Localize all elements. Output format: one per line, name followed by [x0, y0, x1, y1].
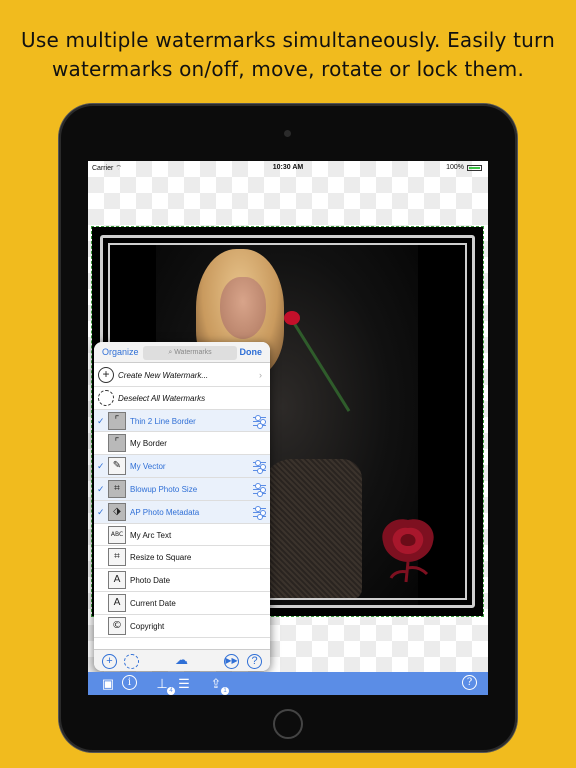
help-icon[interactable]: ? [247, 654, 262, 669]
watermark-item-my-arc-text[interactable]: ABC My Arc Text [94, 524, 270, 547]
sliders-settings-icon[interactable] [253, 459, 266, 475]
text-icon: A [108, 593, 126, 612]
checkmark-icon: ✓ [97, 483, 105, 494]
stamp-count-badge: 4 [167, 687, 175, 695]
done-button[interactable]: Done [240, 347, 263, 357]
watermark-item-resize-to-square[interactable]: ⌗ Resize to Square [94, 546, 270, 570]
checkmark-icon: ✓ [97, 506, 105, 517]
watermark-item-my-border[interactable]: ⌜ My Border [94, 432, 270, 456]
rose-vector-watermark[interactable] [371, 512, 445, 586]
sliders-settings-icon[interactable] [253, 482, 266, 497]
battery-icon [467, 165, 482, 171]
border-icon: ⌜ [108, 411, 126, 430]
battery-percent: 100% [446, 164, 464, 171]
create-watermark-row[interactable]: + Create New Watermark... › [94, 364, 270, 387]
text-icon: A [108, 571, 126, 590]
popover-footer: + ☁ ▶▶ ? [94, 649, 270, 671]
arc-text-icon: ABC [108, 525, 126, 544]
organize-button[interactable]: Organize [102, 347, 139, 357]
watermarks-popover: Organize ⌕ Watermarks Done + Create New … [94, 342, 270, 671]
watermark-item-current-date[interactable]: A Current Date [94, 592, 270, 615]
chevron-right-icon: › [259, 370, 262, 380]
checkmark-icon: ✓ [97, 461, 105, 472]
watermark-item-thin-2-line-border[interactable]: ✓ ⌜ Thin 2 Line Border [94, 409, 270, 433]
front-camera [284, 130, 291, 137]
plus-circle-icon: + [98, 367, 114, 383]
play-icon[interactable]: ▶▶ [224, 654, 239, 669]
crop-icon: ⌗ [108, 548, 126, 567]
deselect-all-row[interactable]: . Deselect All Watermarks [94, 387, 270, 410]
help-icon[interactable]: ? [462, 675, 477, 690]
vector-icon: ✎ [108, 457, 126, 476]
watermarks-search-field[interactable]: ⌕ Watermarks [143, 346, 237, 360]
watermarks-list: + Create New Watermark... › . Deselect A… [94, 364, 270, 649]
info-icon[interactable]: i [122, 675, 137, 690]
border-icon: ⌜ [108, 434, 126, 453]
photo-icon[interactable]: ▣ [100, 675, 116, 692]
bottom-toolbar: ▣ i ⊥ 4 ☰ ⇪ 1 ? [88, 672, 488, 695]
cloud-icon[interactable]: ☁ [174, 653, 189, 669]
checkmark-icon: ✓ [97, 415, 105, 426]
home-button [273, 709, 303, 739]
tag-icon: ⬗ [108, 502, 126, 521]
status-time: 10:30 AM [272, 164, 304, 171]
watermark-stamp-icon[interactable]: ⊥ 4 [154, 675, 175, 695]
add-icon[interactable]: + [102, 654, 117, 669]
watermark-item-ap-photo-metadata[interactable]: ✓ ⬗ AP Photo Metadata [94, 500, 270, 524]
dashed-circle-icon: . [98, 389, 114, 406]
headline: Use multiple watermarks simultaneously. … [21, 28, 555, 81]
watermark-item-my-vector[interactable]: ✓ ✎ My Vector [94, 455, 270, 478]
app-screen: Carrier ⌔ 10:30 AM 100% Organize ⌕ Water… [88, 161, 488, 695]
share-icon[interactable]: ⇪ 1 [208, 675, 229, 695]
deselect-icon[interactable] [124, 654, 139, 669]
search-icon: ⌕ [168, 349, 173, 356]
crop-icon: ⌗ [108, 479, 126, 498]
watermark-item-blowup-photo-size[interactable]: ✓ ⌗ Blowup Photo Size [94, 477, 270, 501]
sliders-settings-icon[interactable] [253, 505, 266, 520]
watermark-item-copyright[interactable]: © Copyright [94, 615, 270, 638]
status-bar: Carrier ⌔ 10:30 AM 100% [88, 161, 488, 175]
share-count-badge: 1 [221, 687, 229, 695]
copyright-icon: © [108, 616, 126, 635]
sliders-settings-icon[interactable] [253, 414, 266, 429]
watermark-item-photo-date[interactable]: A Photo Date [94, 569, 270, 592]
popover-header: Organize ⌕ Watermarks Done [94, 342, 270, 363]
adjust-icon[interactable]: ☰ [176, 675, 192, 692]
